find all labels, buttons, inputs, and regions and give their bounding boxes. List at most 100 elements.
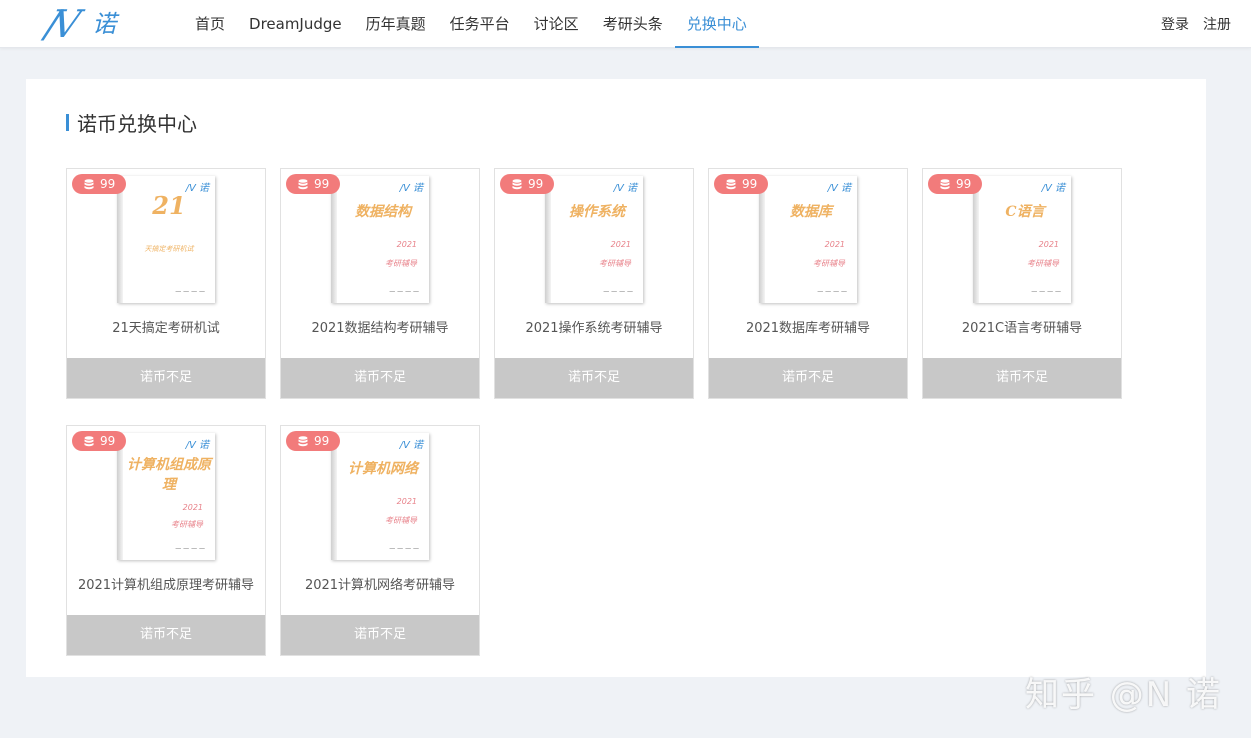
price-badge: 99 (928, 174, 982, 194)
book-cover: /V 诺 21 天搞定考研机试 — — — — (117, 176, 215, 303)
book-cover: /V 诺 数据库 2021 考研辅导 — — — — (759, 176, 857, 303)
cover-year: 2021 (396, 497, 417, 506)
cover-logo: /V 诺 (185, 440, 209, 451)
cover-subtitle: 考研辅导 (813, 259, 845, 268)
product-card[interactable]: /V 诺 数据库 2021 考研辅导 — — — — 99 2021数据库考研辅… (708, 168, 908, 399)
exchange-button[interactable]: 诺币不足 (709, 358, 907, 398)
cover-year: 2021 (610, 240, 631, 249)
cover-spine (331, 176, 337, 303)
cover-year: 2021 (396, 240, 417, 249)
price-value: 99 (956, 177, 972, 191)
exchange-button[interactable]: 诺币不足 (281, 615, 479, 655)
product-card[interactable]: /V 诺 数据结构 2021 考研辅导 — — — — 99 2021数据结构考… (280, 168, 480, 399)
coin-stack-icon (726, 178, 736, 189)
watermark: 知乎 @N 诺 (1025, 675, 1223, 715)
price-value: 99 (314, 434, 330, 448)
product-name: 21天搞定考研机试 (112, 321, 220, 336)
coin-stack-icon (84, 435, 94, 446)
book-cover: /V 诺 C语言 2021 考研辅导 — — — — (973, 176, 1071, 303)
cover-publisher: — — — — (175, 288, 205, 295)
nav-task-platform[interactable]: 任务平台 (438, 0, 522, 48)
cover-publisher: — — — — (175, 545, 205, 552)
cover-title: 操作系统 (569, 204, 625, 220)
login-link[interactable]: 登录 (1161, 14, 1189, 34)
coin-stack-icon (940, 178, 950, 189)
auth-links: 登录 注册 (1161, 0, 1231, 48)
cover-publisher: — — — — (1031, 288, 1061, 295)
exchange-button[interactable]: 诺币不足 (495, 358, 693, 398)
product-card[interactable]: /V 诺 C语言 2021 考研辅导 — — — — 99 2021C语言考研辅… (922, 168, 1122, 399)
book-cover: /V 诺 操作系统 2021 考研辅导 — — — — (545, 176, 643, 303)
product-name: 2021C语言考研辅导 (961, 321, 1083, 336)
product-name: 2021数据结构考研辅导 (311, 321, 449, 336)
price-value: 99 (742, 177, 758, 191)
cover-logo: /V 诺 (613, 183, 637, 194)
price-badge: 99 (72, 431, 126, 451)
cover-spine (545, 176, 551, 303)
price-badge: 99 (286, 174, 340, 194)
coin-stack-icon (84, 178, 94, 189)
cover-title: C语言 (1005, 204, 1045, 220)
product-name: 2021数据库考研辅导 (745, 321, 871, 336)
cover-logo: /V 诺 (827, 183, 851, 194)
cover-subtitle: 考研辅导 (1027, 259, 1059, 268)
exchange-button[interactable]: 诺币不足 (281, 358, 479, 398)
cover-logo: /V 诺 (1041, 183, 1065, 194)
top-navbar: /V 诺 首页 DreamJudge 历年真题 任务平台 讨论区 考研头条 兑换… (0, 0, 1251, 48)
price-badge: 99 (500, 174, 554, 194)
product-name: 2021计算机网络考研辅导 (304, 578, 456, 593)
nav-dreamjudge[interactable]: DreamJudge (237, 0, 354, 48)
book-cover: /V 诺 计算机网络 2021 考研辅导 — — — — (331, 433, 429, 560)
product-card[interactable]: /V 诺 操作系统 2021 考研辅导 — — — — 99 2021操作系统考… (494, 168, 694, 399)
cover-title: 数据结构 (355, 204, 411, 220)
coin-stack-icon (298, 435, 308, 446)
cover-title: 数据库 (790, 204, 832, 220)
nav-discussion[interactable]: 讨论区 (522, 0, 591, 48)
coin-stack-icon (512, 178, 522, 189)
cover-title: 计算机组成原理 (127, 457, 211, 493)
cover-title: 计算机网络 (348, 461, 418, 477)
product-card[interactable]: /V 诺 计算机组成原理 2021 考研辅导 — — — — 99 2021计算… (66, 425, 266, 656)
price-badge: 99 (286, 431, 340, 451)
cover-logo: /V 诺 (399, 440, 423, 451)
exchange-button[interactable]: 诺币不足 (923, 358, 1121, 398)
price-value: 99 (100, 177, 116, 191)
logo-mark: /V (42, 2, 78, 46)
site-logo[interactable]: /V 诺 (42, 2, 116, 46)
cover-spine (759, 176, 765, 303)
coin-stack-icon (298, 178, 308, 189)
cover-year: 2021 (182, 503, 203, 512)
product-card[interactable]: /V 诺 计算机网络 2021 考研辅导 — — — — 99 2021计算机网… (280, 425, 480, 656)
cover-subtitle: 考研辅导 (385, 516, 417, 525)
cover-subtitle: 考研辅导 (385, 259, 417, 268)
cover-logo: /V 诺 (185, 183, 209, 194)
exchange-button[interactable]: 诺币不足 (67, 615, 265, 655)
cover-subtitle: 考研辅导 (599, 259, 631, 268)
cover-publisher: — — — — (389, 288, 419, 295)
price-value: 99 (100, 434, 116, 448)
exchange-button[interactable]: 诺币不足 (67, 358, 265, 398)
title-accent-bar (66, 113, 69, 131)
cover-year: 2021 (1038, 240, 1059, 249)
section-title: 诺币兑换中心 (77, 111, 197, 136)
price-value: 99 (528, 177, 544, 191)
nav-exchange-center[interactable]: 兑换中心 (674, 0, 759, 48)
main-nav: 首页 DreamJudge 历年真题 任务平台 讨论区 考研头条 兑换中心 (183, 0, 759, 48)
product-name: 2021操作系统考研辅导 (525, 321, 663, 336)
cover-logo: /V 诺 (399, 183, 423, 194)
price-badge: 99 (714, 174, 768, 194)
cover-spine (973, 176, 979, 303)
nav-past-exams[interactable]: 历年真题 (354, 0, 438, 48)
product-card[interactable]: /V 诺 21 天搞定考研机试 — — — — 99 21天搞定考研机试 诺币不… (66, 168, 266, 399)
cover-year: 2021 (824, 240, 845, 249)
section-heading: 诺币兑换中心 (66, 109, 197, 136)
cover-title: 21 (152, 191, 186, 220)
nav-headlines[interactable]: 考研头条 (591, 0, 675, 48)
cover-spine (117, 433, 123, 560)
register-link[interactable]: 注册 (1203, 14, 1231, 34)
exchange-panel: 诺币兑换中心 /V 诺 21 天搞定考研机试 — — — — 99 21天搞定考… (26, 79, 1206, 677)
cover-subtitle: 考研辅导 (171, 520, 203, 529)
nav-home[interactable]: 首页 (183, 0, 237, 48)
cover-subtitle: 天搞定考研机试 (144, 245, 194, 253)
cover-spine (331, 433, 337, 560)
